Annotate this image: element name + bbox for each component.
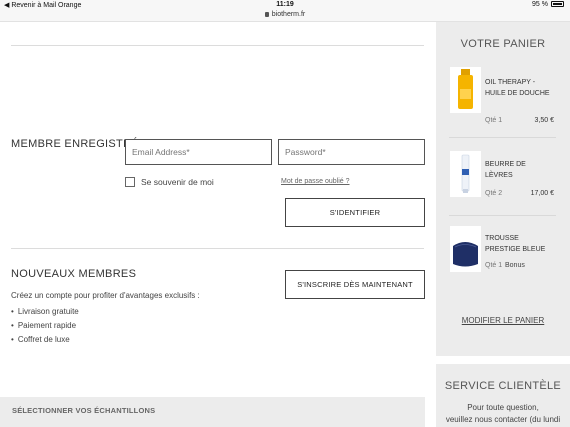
pouch-icon[interactable]: [450, 226, 481, 272]
oil-bottle-icon[interactable]: [450, 67, 481, 113]
battery-percent: 95 %: [532, 1, 548, 8]
password-field[interactable]: [278, 139, 425, 165]
customer-service-title: SERVICE CLIENTÈLE: [444, 380, 562, 392]
register-button[interactable]: S'INSCRIRE DÈS MAINTENANT: [285, 270, 425, 299]
cart-item-price: 3,50 €: [534, 117, 554, 124]
battery-icon: [551, 1, 564, 7]
cart-title: VOTRE PANIER: [460, 38, 546, 50]
address-bar[interactable]: biotherm.fr: [0, 11, 570, 18]
lip-balm-tube-icon[interactable]: [450, 151, 481, 197]
lock-icon: [264, 12, 269, 17]
customer-service-text: Pour toute question, veuillez nous conta…: [436, 402, 570, 426]
divider-middle: [11, 248, 424, 249]
status-bar: ◀ Revenir à Mail Orange 11:19 biotherm.f…: [0, 0, 570, 22]
login-button[interactable]: S'IDENTIFIER: [285, 198, 425, 227]
clock: 11:19: [276, 1, 294, 8]
samples-section-label[interactable]: SÉLECTIONNER VOS ÉCHANTILLONS: [12, 406, 155, 415]
new-members-title: NOUVEAUX MEMBRES: [11, 268, 137, 280]
remember-me-label[interactable]: Se souvenir de moi: [141, 177, 214, 187]
email-field[interactable]: [125, 139, 272, 165]
customer-service-line: Pour toute question,: [467, 403, 539, 412]
remember-me-checkbox[interactable]: [125, 177, 135, 187]
cart-divider: [449, 137, 556, 138]
benefit-item: Livraison gratuite: [11, 307, 79, 316]
cart-item-bonus: Bonus: [505, 262, 525, 269]
cart-divider: [449, 215, 556, 216]
login-section-title: MEMBRE ENREGISTRÉ: [11, 138, 139, 150]
cart-item-name[interactable]: OIL THERAPY - HUILE DE DOUCHE: [485, 77, 555, 99]
cart-item-qty: Qté 1: [485, 262, 503, 269]
benefit-item: Paiement rapide: [11, 321, 76, 330]
cart-item-qty: Qté 1: [485, 117, 503, 124]
new-members-description: Créez un compte pour profiter d'avantage…: [11, 291, 200, 300]
cart-item-price: 17,00 €: [530, 190, 554, 197]
battery-indicator: 95 %: [532, 1, 564, 8]
modify-cart-link[interactable]: MODIFIER LE PANIER: [436, 316, 570, 325]
address-url: biotherm.fr: [271, 11, 306, 18]
cart-item-name[interactable]: TROUSSE PRESTIGE BLEUE: [485, 233, 555, 255]
customer-service-line: veuillez nous contacter (du lundi: [445, 415, 561, 424]
forgot-password-link[interactable]: Mot de passe oublié ?: [281, 178, 350, 185]
divider-top: [11, 45, 424, 46]
cart-item-name[interactable]: BEURRE DE LÈVRES: [485, 159, 555, 181]
cart-item-qty: Qté 2: [485, 190, 503, 197]
benefit-item: Coffret de luxe: [11, 335, 70, 344]
